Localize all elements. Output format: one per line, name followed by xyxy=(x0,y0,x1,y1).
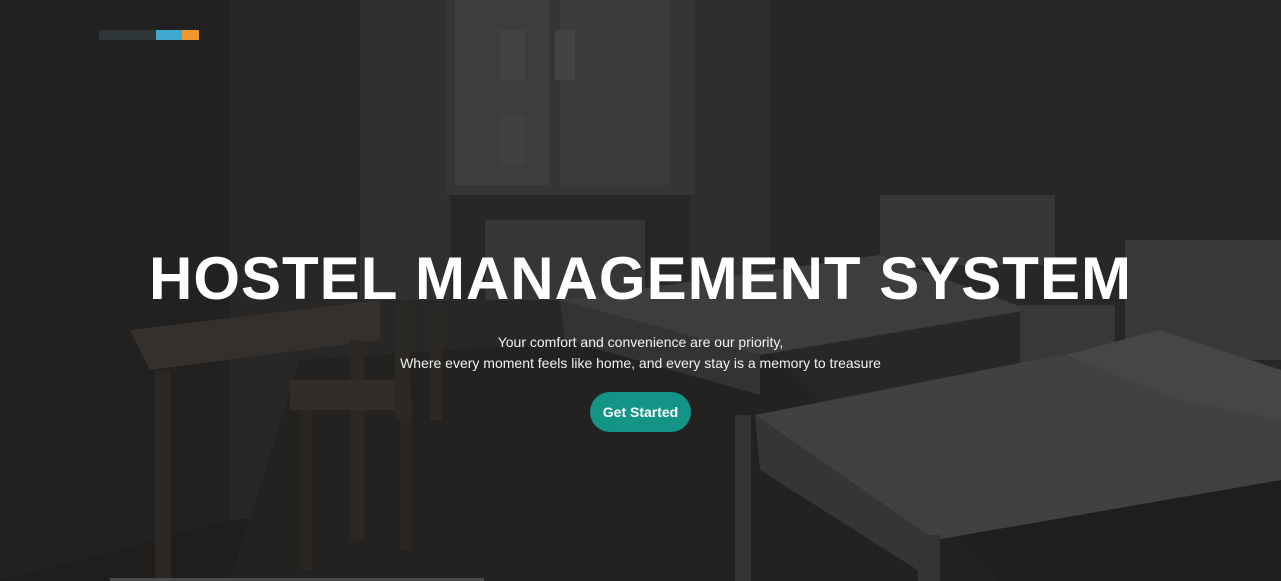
subtitle-line-2: Where every moment feels like home, and … xyxy=(400,355,881,371)
hero-content: HOSTEL MANAGEMENT SYSTEM Your comfort an… xyxy=(0,244,1281,432)
page-title: HOSTEL MANAGEMENT SYSTEM xyxy=(149,245,1132,312)
logo-segment-dark xyxy=(99,30,156,40)
logo[interactable] xyxy=(99,30,199,40)
subtitle-line-1: Your comfort and convenience are our pri… xyxy=(497,334,784,350)
logo-segment-blue xyxy=(156,30,182,40)
logo-segment-orange xyxy=(182,30,199,40)
hero-subtitle: Your comfort and convenience are our pri… xyxy=(0,332,1281,374)
get-started-button[interactable]: Get Started xyxy=(589,392,692,432)
hero-section: HOSTEL MANAGEMENT SYSTEM Your comfort an… xyxy=(0,0,1281,581)
